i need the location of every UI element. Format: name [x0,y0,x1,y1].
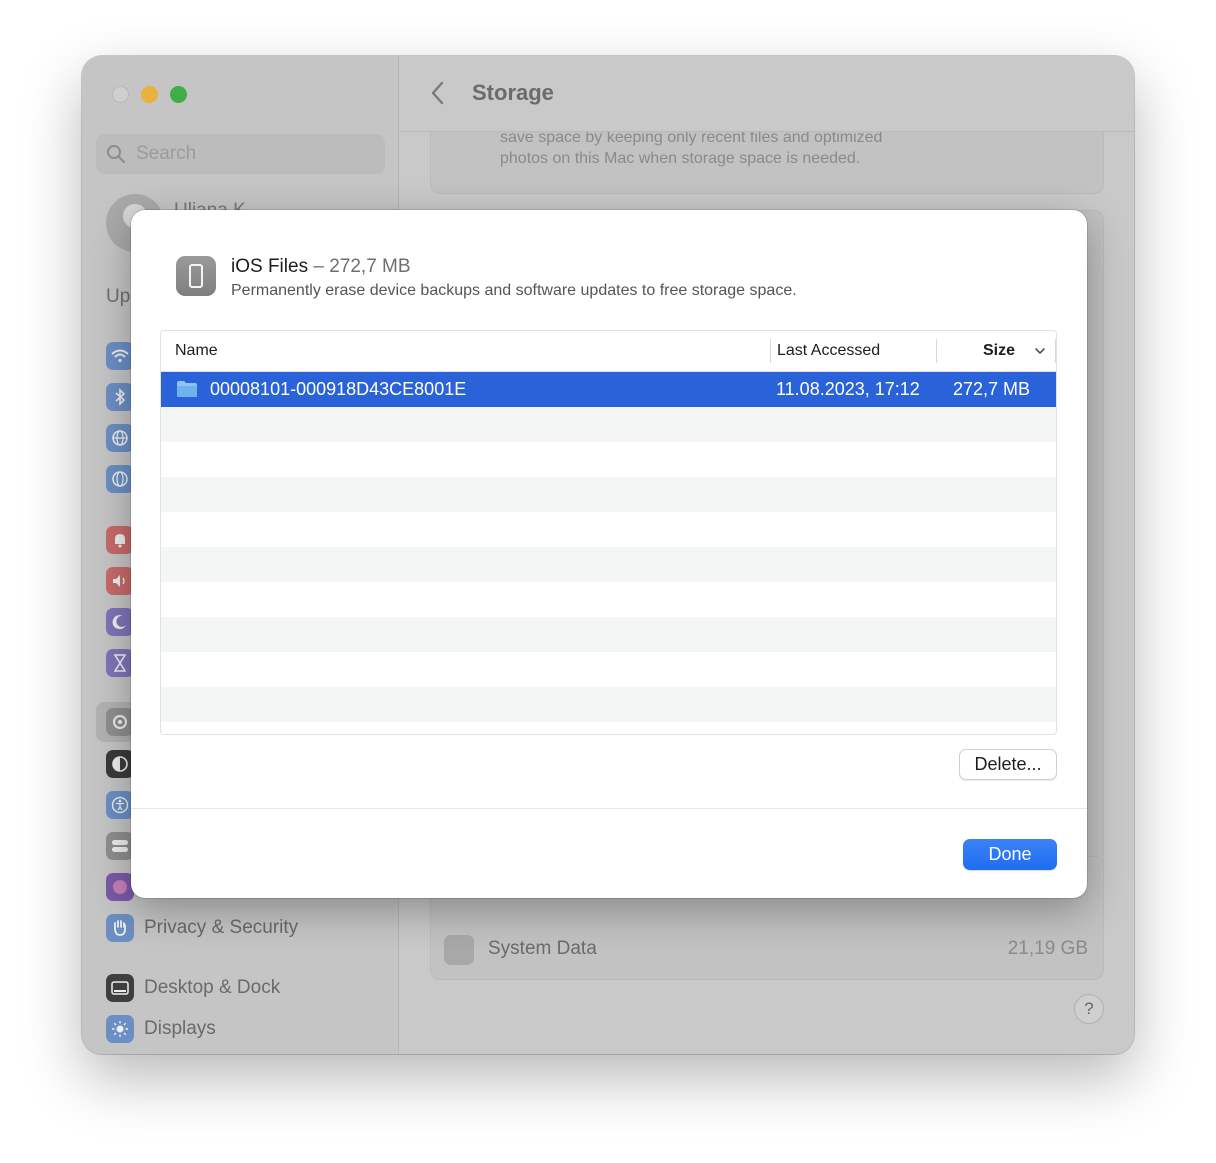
drive-icon [444,935,474,965]
table-header: Name Last Accessed Size [161,331,1056,372]
empty-row [161,687,1056,722]
bluetooth-icon[interactable] [106,383,134,411]
recommendation-text: save space by keeping only recent files … [500,129,883,167]
zoom-window-button[interactable] [170,86,187,103]
files-table[interactable]: Name Last Accessed Size 00008101-000918D… [160,330,1057,735]
empty-row [161,547,1056,582]
focus-moon-icon[interactable] [106,608,134,636]
sound-icon[interactable] [106,567,134,595]
column-divider [1055,339,1056,363]
sidebar-item-label: Desktop & Dock [144,977,281,998]
system-data-label: System Data [488,938,597,959]
appearance-icon[interactable] [106,750,134,778]
software-update-label[interactable]: Up [106,286,130,308]
network-icon[interactable] [106,424,134,452]
empty-row [161,582,1056,617]
back-chevron-icon[interactable] [430,80,446,113]
hand-icon [106,914,134,942]
title-separator: – [313,256,324,277]
column-header-last-accessed[interactable]: Last Accessed [777,342,880,360]
minimize-window-button[interactable] [141,86,158,103]
ios-files-sheet: iOS Files – 272,7 MB Permanently erase d… [131,210,1087,898]
close-window-button[interactable] [112,86,129,103]
system-data-size: 21,19 GB [1007,938,1088,959]
file-name-cell: 00008101-000918D43CE8001E [210,379,467,399]
empty-row [161,617,1056,652]
size-cell: 272,7 MB [953,379,1031,399]
sun-icon [106,1015,134,1043]
folder-icon [177,381,197,397]
sidebar-item-desktop-dock[interactable]: Desktop & Dock [106,974,280,1002]
search-icon [107,145,126,164]
divider [131,808,1087,809]
window-controls [112,86,187,103]
category-size: 272,7 MB [329,256,411,277]
search-input[interactable]: Search [96,134,385,174]
page-title: Storage [472,80,554,105]
column-header-size[interactable]: Size [983,342,1015,360]
sidebar-item-label: Privacy & Security [144,917,299,938]
sidebar-item-privacy-security[interactable]: Privacy & Security [106,914,298,942]
sheet-subtitle: Permanently erase device backups and sof… [231,282,797,299]
last-accessed-cell: 11.08.2023, 17:12 [776,379,920,399]
control-center-icon[interactable] [106,832,134,860]
empty-row [161,442,1056,477]
done-button[interactable]: Done [963,839,1057,870]
delete-button[interactable]: Delete... [959,749,1057,780]
table-row[interactable]: 00008101-000918D43CE8001E 11.08.2023, 17… [161,372,1056,407]
toolbar: Storage [400,56,1134,132]
notifications-icon[interactable] [106,526,134,554]
sidebar-item-displays[interactable]: Displays [106,1015,216,1043]
column-divider[interactable] [936,339,937,363]
wifi-icon[interactable] [106,342,134,370]
sort-chevron-down-icon[interactable] [1033,344,1047,358]
sidebar-item-label: Displays [144,1018,216,1039]
dock-icon [106,974,134,1002]
general-gear-icon[interactable] [106,708,134,736]
iphone-icon [176,256,216,296]
column-header-name[interactable]: Name [175,342,218,360]
empty-row [161,652,1056,687]
screen-time-hourglass-icon[interactable] [106,649,134,677]
help-button[interactable]: ? [1074,994,1104,1024]
search-placeholder: Search [136,143,197,164]
column-divider[interactable] [770,339,771,363]
sheet-title: iOS Files – 272,7 MB [231,256,411,278]
empty-row [161,512,1056,547]
vpn-icon[interactable] [106,465,134,493]
empty-row [161,407,1056,442]
empty-row [161,477,1056,512]
accessibility-icon[interactable] [106,791,134,819]
siri-icon[interactable] [106,873,134,901]
category-name: iOS Files [231,256,309,277]
